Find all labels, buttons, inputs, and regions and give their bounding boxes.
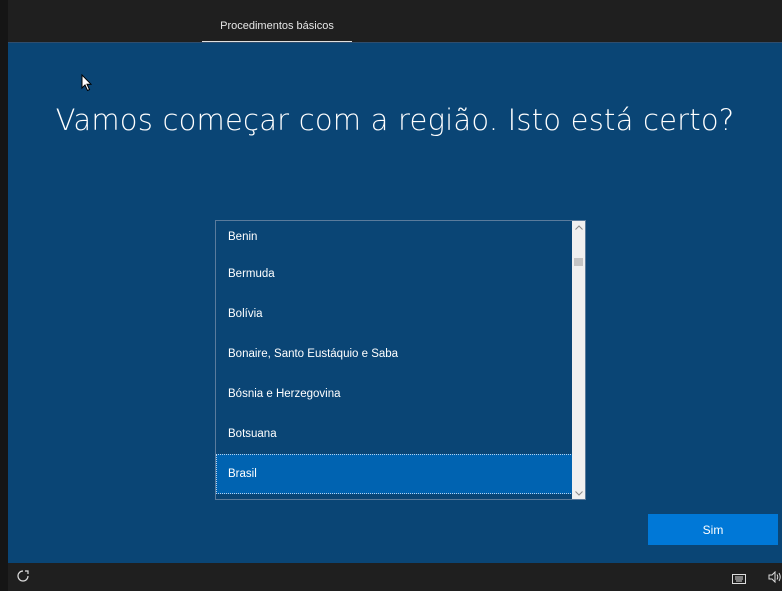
region-item-benin[interactable]: Benin: [216, 221, 573, 254]
region-item-bolivia[interactable]: Bolívia: [216, 294, 573, 334]
ease-of-access-icon[interactable]: [16, 569, 30, 588]
oobe-region-page: Vamos começar com a região. Isto está ce…: [8, 43, 782, 563]
oobe-top-bar: Procedimentos básicos: [8, 9, 782, 43]
oobe-bottom-bar: [8, 563, 782, 591]
page-heading: Vamos começar com a região. Isto está ce…: [55, 103, 735, 137]
tab-label: Procedimentos básicos: [220, 20, 334, 32]
region-item-bonaire[interactable]: Bonaire, Santo Eustáquio e Saba: [216, 334, 573, 374]
region-list[interactable]: Benin Bermuda Bolívia Bonaire, Santo Eus…: [215, 220, 586, 500]
region-item-bermuda[interactable]: Bermuda: [216, 254, 573, 294]
chevron-down-icon[interactable]: [572, 487, 585, 499]
scroll-thumb[interactable]: [574, 258, 583, 266]
keyboard-icon[interactable]: [732, 571, 746, 589]
sim-button[interactable]: Sim: [648, 514, 778, 545]
window-left-edge: [0, 0, 8, 591]
mouse-pointer-icon: [81, 73, 93, 97]
region-list-scrollbar[interactable]: [572, 221, 585, 499]
region-item-bosnia[interactable]: Bósnia e Herzegovina: [216, 374, 573, 414]
region-item-botsuana[interactable]: Botsuana: [216, 414, 573, 454]
region-item-brasil-selected[interactable]: Brasil: [216, 454, 573, 494]
tab-procedimentos-basicos: Procedimentos básicos: [202, 9, 352, 43]
volume-icon[interactable]: [768, 570, 782, 588]
chevron-up-icon[interactable]: [572, 221, 585, 233]
